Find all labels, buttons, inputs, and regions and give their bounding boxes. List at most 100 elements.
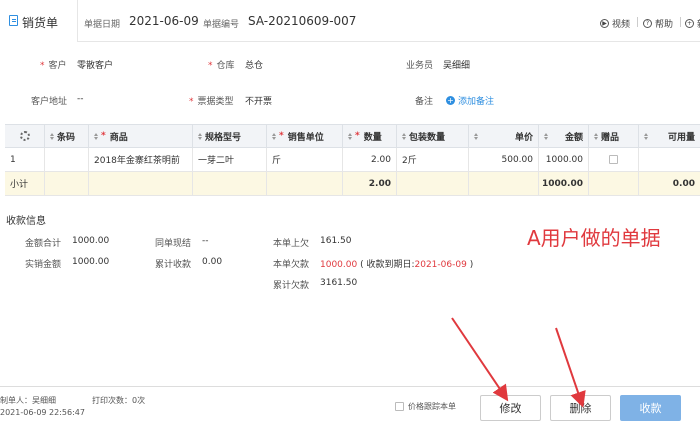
video-label: 视频 bbox=[612, 20, 631, 30]
header-stock[interactable]: 可用量 bbox=[639, 125, 700, 147]
subtotal-stock: 0.00 bbox=[672, 178, 695, 189]
sort-icon bbox=[644, 132, 648, 140]
header-amount[interactable]: 金额 bbox=[539, 125, 589, 147]
actual-value: 1000.00 bbox=[72, 257, 110, 267]
row-unit[interactable]: 斤 bbox=[267, 148, 343, 171]
row-amount[interactable]: 1000.00 bbox=[539, 148, 589, 171]
sort-icon bbox=[594, 132, 598, 140]
customer-label: * 客户 bbox=[40, 61, 67, 71]
print-count: 打印次数：0次 bbox=[92, 396, 146, 405]
collect-button[interactable]: 收款 bbox=[620, 395, 681, 421]
subtotal-cell bbox=[193, 172, 267, 195]
subtotal-qty: 2.00 bbox=[343, 172, 397, 195]
sort-icon bbox=[50, 132, 54, 140]
subtotal-cell bbox=[45, 172, 89, 195]
sort-icon bbox=[544, 132, 548, 140]
edit-button[interactable]: 修改 bbox=[480, 395, 541, 421]
gear-icon bbox=[19, 131, 30, 141]
row-qty[interactable]: 2.00 bbox=[343, 148, 397, 171]
header-unit[interactable]: * 销售单位 bbox=[267, 125, 343, 147]
subtotal-amount: 1000.00 bbox=[539, 172, 589, 195]
total-label: 金额合计 bbox=[25, 239, 62, 249]
table-row[interactable]: 1 2018年金寨红茶明前 一芽二叶 斤 2.00 2斤 500.00 1000… bbox=[5, 148, 700, 172]
header-price[interactable]: 单价 bbox=[469, 125, 539, 147]
date-label: 单据日期 bbox=[84, 20, 121, 30]
header-spec[interactable]: 规格型号 bbox=[193, 125, 267, 147]
total-owed-value: 3161.50 bbox=[320, 278, 358, 288]
help-icon: ? bbox=[643, 19, 652, 28]
header-gift[interactable]: 赠品 bbox=[589, 125, 639, 147]
number-label: 单据编号 bbox=[203, 20, 240, 30]
separator bbox=[637, 17, 638, 27]
salesman-select[interactable]: 吴细细 bbox=[443, 58, 470, 71]
number-value: SA-20210609-007 bbox=[248, 14, 357, 28]
new-link[interactable]: + 新 bbox=[685, 17, 700, 30]
price-track-option[interactable]: 价格跟踪本单 bbox=[395, 401, 456, 412]
header-barcode[interactable]: 条码 bbox=[45, 125, 89, 147]
footer-bar: 制单人：吴细细 打印次数：0次 2021-06-09 22:56:47 价格跟踪… bbox=[0, 386, 700, 427]
row-stock bbox=[639, 148, 700, 171]
subtotal-cell bbox=[397, 172, 469, 195]
date-value: 2021-06-09 bbox=[129, 14, 199, 28]
owed-due-line: 1000.00 ( 收款到期日:2021-06-09 ) bbox=[320, 260, 474, 270]
price-track-label: 价格跟踪本单 bbox=[408, 402, 456, 411]
subtotal-cell bbox=[267, 172, 343, 195]
total-owed-label: 累计欠款 bbox=[273, 281, 310, 291]
actual-label: 实销金额 bbox=[25, 260, 62, 270]
row-pack[interactable]: 2斤 bbox=[397, 148, 469, 171]
row-spec: 一芽二叶 bbox=[193, 148, 267, 171]
play-icon: ▶ bbox=[600, 19, 609, 28]
header-pack[interactable]: 包装数量 bbox=[397, 125, 469, 147]
payment-title: 收款信息 bbox=[6, 216, 46, 227]
top-bar: 销货单 单据日期 2021-06-09 单据编号 SA-20210609-007… bbox=[0, 0, 700, 42]
row-price[interactable]: 500.00 bbox=[469, 148, 539, 171]
subtotal-label: 小计 bbox=[5, 172, 45, 195]
cash-label: 同单现结 bbox=[155, 239, 192, 249]
header-product[interactable]: * 商品 bbox=[89, 125, 193, 147]
owed-label: 本单欠款 bbox=[273, 260, 310, 270]
subtotal-cell bbox=[469, 172, 539, 195]
document-icon bbox=[9, 15, 18, 26]
address-label: 客户地址 bbox=[31, 97, 68, 107]
subtotal-row: 小计 2.00 1000.00 0.00 bbox=[5, 172, 700, 196]
row-product[interactable]: 2018年金寨红茶明前 bbox=[89, 148, 193, 171]
prev-owed-value: 161.50 bbox=[320, 236, 352, 246]
add-remark-label: 添加备注 bbox=[458, 97, 495, 107]
annotation-text: A用户做的单据 bbox=[527, 226, 661, 250]
sort-icon bbox=[94, 132, 98, 140]
price-track-checkbox[interactable] bbox=[395, 402, 404, 411]
row-barcode[interactable] bbox=[45, 148, 89, 171]
created-time: 2021-06-09 22:56:47 bbox=[0, 408, 85, 417]
plus-circle-icon: + bbox=[685, 19, 694, 28]
sort-icon bbox=[348, 132, 352, 140]
sort-icon bbox=[474, 132, 478, 140]
cash-value: -- bbox=[202, 236, 209, 246]
delete-button[interactable]: 删除 bbox=[550, 395, 611, 421]
invoice-label: * 票据类型 bbox=[189, 97, 234, 107]
sort-icon bbox=[402, 132, 406, 140]
header-qty[interactable]: * 数量 bbox=[343, 125, 397, 147]
video-link[interactable]: ▶ 视频 bbox=[600, 17, 630, 30]
total-value: 1000.00 bbox=[72, 236, 110, 246]
address-value[interactable]: -- bbox=[77, 94, 84, 104]
received-label: 累计收款 bbox=[155, 260, 192, 270]
tab-label: 销货单 bbox=[22, 16, 59, 30]
gift-checkbox[interactable] bbox=[609, 155, 618, 164]
sort-icon bbox=[272, 132, 276, 140]
warehouse-select[interactable]: 总仓 bbox=[245, 58, 263, 71]
subtotal-cell bbox=[589, 172, 639, 195]
received-value: 0.00 bbox=[202, 257, 223, 267]
customer-select[interactable]: 零散客户 bbox=[77, 58, 113, 71]
warehouse-label: * 仓库 bbox=[208, 61, 235, 71]
plus-icon: + bbox=[446, 96, 455, 105]
add-remark-link[interactable]: + 添加备注 bbox=[446, 94, 494, 107]
sort-icon bbox=[198, 132, 202, 140]
invoice-select[interactable]: 不开票 bbox=[245, 94, 272, 107]
row-index: 1 bbox=[5, 148, 45, 171]
help-link[interactable]: ? 帮助 bbox=[643, 17, 673, 30]
column-settings[interactable] bbox=[5, 125, 45, 147]
tab-sales-order[interactable]: 销货单 bbox=[0, 0, 78, 42]
salesman-label: 业务员 bbox=[406, 61, 434, 71]
remark-label: 备注 bbox=[415, 97, 434, 107]
row-gift[interactable] bbox=[589, 148, 639, 171]
